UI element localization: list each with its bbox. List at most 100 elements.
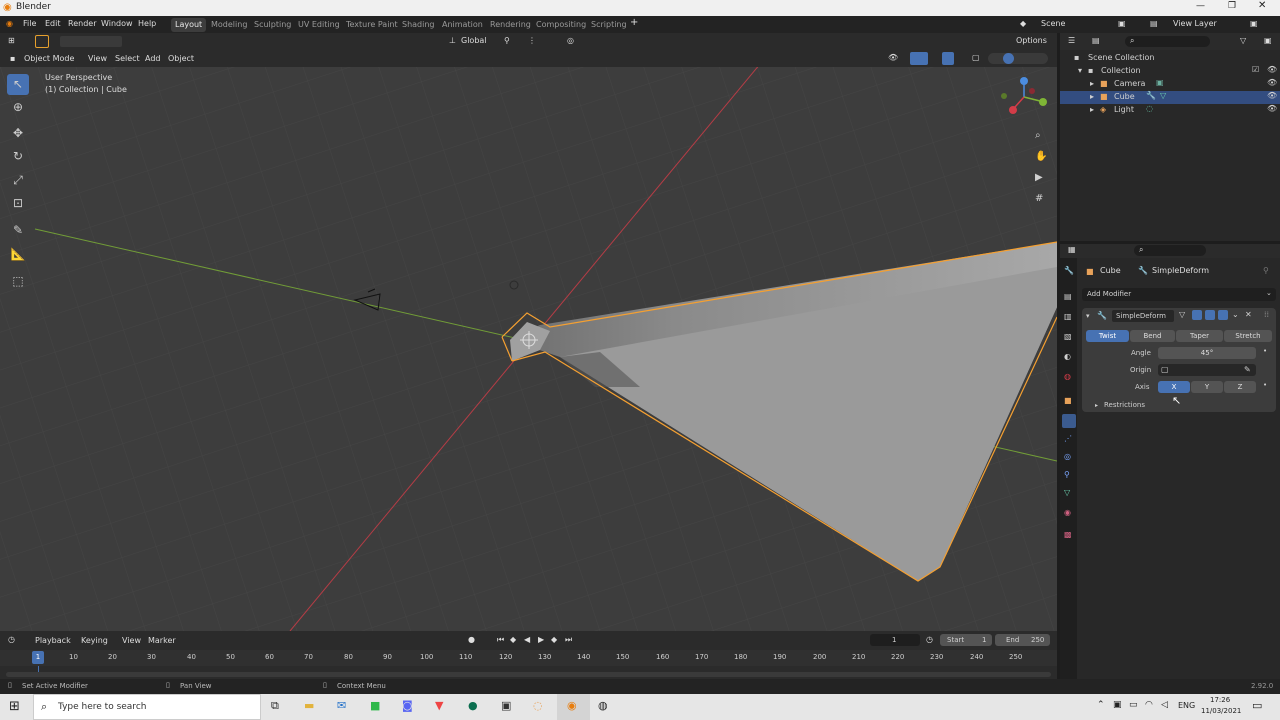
options-menu[interactable]: Options [1016,36,1047,45]
selection-mode-buttons[interactable] [60,36,122,47]
task-view-icon[interactable]: ⧉ [271,699,279,713]
remove-modifier-icon[interactable]: ✕ [1245,310,1252,319]
menu-playback[interactable]: Playback [35,636,71,645]
ortho-grid-icon[interactable]: # [1035,193,1043,204]
menu-file[interactable]: File [23,19,36,28]
outliner-item-light[interactable]: ▸ ◈ Light ◌ 👁 [1060,104,1280,117]
viewport-toggle-icon[interactable] [1205,310,1215,320]
expand-icon[interactable]: ▾ [1078,66,1082,75]
menu-window[interactable]: Window [101,19,133,28]
record-icon[interactable]: ● [468,635,475,644]
output-tab-icon[interactable]: ▥ [1064,312,1072,321]
physics-tab-icon[interactable]: ◎ [1064,452,1071,461]
constraints-tab-icon[interactable]: ⚲ [1064,470,1070,479]
tab-rendering[interactable]: Rendering [486,18,535,32]
object-tab-icon[interactable]: ■ [1064,396,1072,405]
edit-mode-icon[interactable]: ▽ [1179,310,1185,319]
brave-icon[interactable]: ▼ [435,699,443,712]
current-frame-field[interactable]: 1 [870,634,920,646]
menu-view[interactable]: View [88,54,107,63]
language-indicator[interactable]: ENG [1178,701,1195,710]
playhead-frame[interactable]: 1 [32,651,44,664]
terminal-icon[interactable]: ▣ [501,699,511,712]
add-workspace-icon[interactable]: + [630,17,638,28]
tab-layout[interactable]: Layout [171,18,207,32]
world-tab-icon[interactable]: ◍ [1064,372,1071,381]
render-tab-icon[interactable]: ▤ [1064,292,1072,301]
overlay-toggle-icon[interactable] [942,52,954,65]
play-reverse-icon[interactable]: ◀ [524,635,530,644]
editor-type-icon[interactable]: ⊞ [8,36,15,45]
select-box-tool-icon[interactable]: ↖ [7,74,29,95]
tab-texture-paint[interactable]: Texture Paint [342,18,402,32]
solid-shading-icon[interactable] [1003,53,1014,64]
zoom-icon[interactable]: ⌕ [1035,130,1041,141]
restrictions-subpanel[interactable]: Restrictions [1104,401,1145,409]
blender-taskbar-button[interactable]: ◉ [557,694,590,720]
pin-icon[interactable]: ⚲ [1263,266,1269,275]
measure-tool-icon[interactable]: 📐 [7,244,29,265]
end-frame-field[interactable]: End 250 [995,634,1050,646]
3d-viewport[interactable]: User Perspective (1) Collection | Cube ⌕… [0,67,1057,631]
blender-menu-icon[interactable]: ◉ [6,19,13,28]
texture-tab-icon[interactable]: ▩ [1064,530,1072,539]
scene-copy-icon[interactable]: ▣ [1118,19,1126,28]
snap-icon[interactable]: ⋮ [528,36,536,45]
display-mode-icon[interactable]: ▤ [1092,36,1100,45]
shading-mode-buttons[interactable] [988,53,1048,64]
camera-view-icon[interactable]: ▶ [1035,172,1043,183]
pan-hand-icon[interactable]: ✋ [1035,151,1047,162]
outliner-item-camera[interactable]: ▸ ■ Camera ▣ 👁 [1060,78,1280,91]
material-tab-icon[interactable]: ◉ [1064,508,1071,517]
checkbox-icon[interactable]: ☑ [1252,65,1259,74]
notifications-icon[interactable]: ▭ [1252,699,1262,712]
transform-orientation-icon[interactable]: ⊥ [449,36,456,45]
proportional-edit-icon[interactable]: ◎ [567,36,574,45]
properties-editor-icon[interactable]: ▦ [1068,245,1076,254]
scene-name[interactable]: Scene [1041,19,1065,28]
origin-object-field[interactable]: ▢ ✎ [1158,364,1256,376]
eye-icon[interactable]: 👁 [1267,78,1277,87]
menu-help[interactable]: Help [138,19,156,28]
menu-keying[interactable]: Keying [81,636,108,645]
tab-scripting[interactable]: Scripting [587,18,631,32]
scene-icon[interactable]: ◆ [1020,19,1026,28]
mode-taper-button[interactable]: Taper [1176,330,1223,342]
timeline-ruler[interactable]: 1 10 20 30 40 50 60 70 80 90 100 110 120… [0,650,1057,666]
scale-tool-icon[interactable]: ⤢ [7,170,29,191]
modifier-name-input[interactable]: SimpleDeform [1112,310,1174,322]
eye-icon[interactable]: 👁 [1267,65,1277,74]
angle-field[interactable]: 45° [1158,347,1256,359]
outliner-search-input[interactable] [1125,36,1210,47]
tray-chevron-icon[interactable]: ⌃ [1097,700,1105,710]
close-icon[interactable]: ✕ [1258,0,1266,11]
timeline-scrollbar[interactable] [6,672,1051,677]
tab-compositing[interactable]: Compositing [532,18,590,32]
add-cube-tool-icon[interactable]: ⬚ [7,271,29,292]
timeline-editor-icon[interactable]: ◷ [8,635,15,644]
start-frame-field[interactable]: Start 1 [940,634,992,646]
menu-object[interactable]: Object [168,54,194,63]
tab-sculpting[interactable]: Sculpting [250,18,295,32]
transform-tool-icon[interactable]: ⊡ [7,193,29,214]
eye-icon[interactable]: 👁 [1267,104,1277,113]
new-collection-icon[interactable]: ▣ [1264,36,1272,45]
file-explorer-icon[interactable]: ▬ [304,699,314,712]
modifier-tab-icon[interactable] [1062,414,1076,428]
expand-icon[interactable]: ▸ [1090,79,1094,88]
axis-x-button[interactable]: X [1158,381,1190,393]
menu-edit[interactable]: Edit [45,19,61,28]
battery-icon[interactable]: ▭ [1129,700,1138,710]
next-keyframe-icon[interactable]: ◆ [551,635,557,644]
outliner-scene-collection[interactable]: ▪ Scene Collection [1060,52,1280,65]
expand-icon[interactable]: ▸ [1095,402,1098,409]
tab-shading[interactable]: Shading [398,18,439,32]
clock-date[interactable]: 11/03/2021 [1201,707,1241,715]
transform-orientation[interactable]: Global [461,36,487,45]
collapse-arrow-icon[interactable]: ▾ [1086,312,1090,320]
tool-tab-icon[interactable]: 🔧 [1064,266,1074,275]
volume-icon[interactable]: ◁ [1161,700,1168,710]
mode-stretch-button[interactable]: Stretch [1224,330,1272,342]
scene-tab-icon[interactable]: ◐ [1064,352,1071,361]
expand-icon[interactable]: ▸ [1090,105,1094,114]
